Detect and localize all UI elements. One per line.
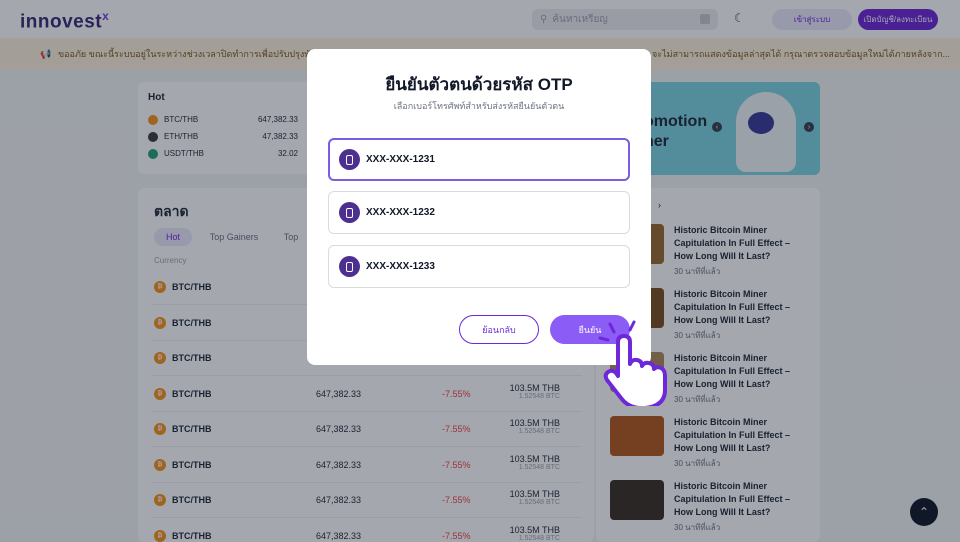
modal-subtitle: เลือกเบอร์โทรศัพท์สำหรับส่งรหัสยืนยันตัว… — [393, 101, 565, 111]
phone-number: XXX-XXX-1231 — [366, 154, 435, 165]
phone-option[interactable]: XXX-XXX-1233 — [328, 245, 630, 288]
phone-icon — [339, 149, 360, 170]
phone-icon — [339, 256, 360, 277]
modal-title: ยืนยันตัวตนด้วยรหัส OTP — [385, 75, 573, 94]
pointer-hand-icon — [598, 320, 667, 406]
phone-number: XXX-XXX-1233 — [366, 261, 435, 272]
phone-icon — [339, 202, 360, 223]
phone-number: XXX-XXX-1232 — [366, 207, 435, 218]
phone-option[interactable]: XXX-XXX-1231 — [328, 138, 630, 181]
phone-option[interactable]: XXX-XXX-1232 — [328, 191, 630, 234]
back-button[interactable]: ย้อนกลับ — [459, 315, 539, 344]
